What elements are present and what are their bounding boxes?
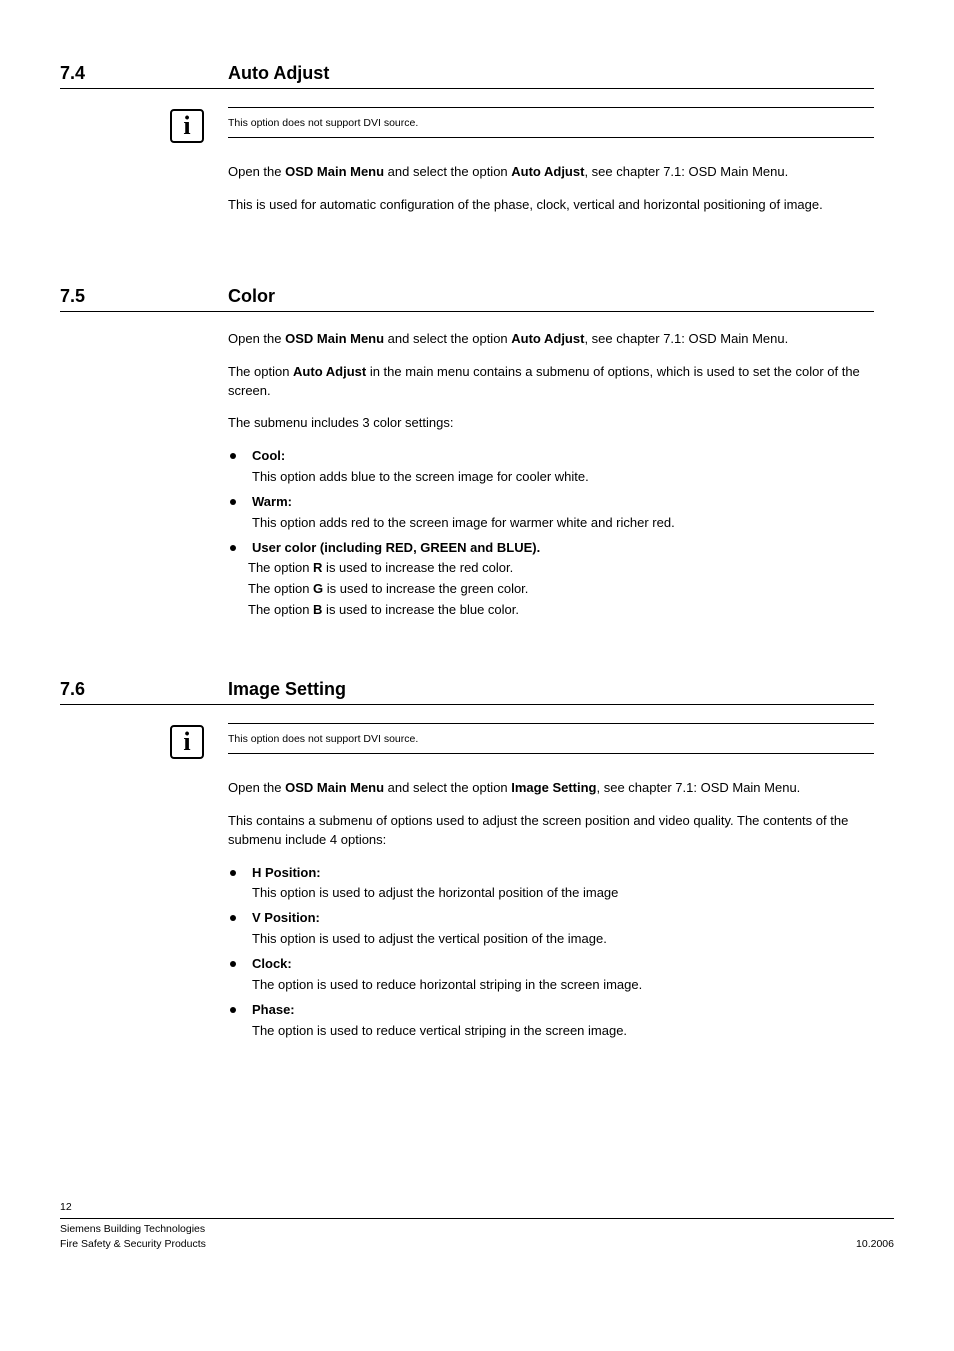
auto-adjust-content: Open the OSD Main Menu and select the op… (228, 163, 874, 215)
section-title: Color (228, 283, 275, 309)
bold-text: OSD Main Menu (285, 164, 384, 179)
bold-text: Cool: (252, 448, 285, 463)
section-title: Image Setting (228, 676, 346, 702)
text: and select the option (384, 164, 511, 179)
list-item-desc: This option adds red to the screen image… (228, 514, 874, 533)
page-number: 12 (60, 1200, 894, 1218)
list-item: Warm: (228, 493, 874, 512)
info-note-row: i This option does not support DVI sourc… (170, 107, 874, 143)
footer-line: Siemens Building Technologies (60, 1222, 894, 1237)
info-note-text: This option does not support DVI source. (228, 723, 874, 754)
list-item: Clock: (228, 955, 874, 974)
paragraph: The option Auto Adjust in the main menu … (228, 363, 874, 401)
list-item-desc: The option is used to reduce vertical st… (228, 1022, 874, 1041)
text: , see chapter 7.1: OSD Main Menu. (584, 331, 788, 346)
bold-text: Image Setting (511, 780, 596, 795)
paragraph: Open the OSD Main Menu and select the op… (228, 779, 874, 798)
text: and select the option (384, 331, 511, 346)
image-bullet-list: Clock: (228, 955, 874, 974)
bold-text: User color (including RED, GREEN and BLU… (252, 540, 540, 555)
footer-left: Fire Safety & Security Products (60, 1237, 206, 1252)
text: is used to increase the green color. (323, 581, 528, 596)
bold-text: G (313, 581, 323, 596)
list-item: H Position: (228, 864, 874, 883)
image-bullet-list: H Position: (228, 864, 874, 883)
section-heading-auto-adjust: 7.4 Auto Adjust (60, 60, 874, 89)
section-heading-color: 7.5 Color (60, 283, 874, 312)
section-number: 7.6 (60, 676, 228, 702)
list-item: V Position: (228, 909, 874, 928)
paragraph: Open the OSD Main Menu and select the op… (228, 163, 874, 182)
bold-text: Auto Adjust (293, 364, 366, 379)
color-content: Open the OSD Main Menu and select the op… (228, 330, 874, 620)
section-number: 7.5 (60, 283, 228, 309)
page-footer: 12 Siemens Building Technologies Fire Sa… (0, 1200, 954, 1270)
text: The option (248, 581, 313, 596)
bold-text: Clock: (252, 956, 292, 971)
bold-text: Auto Adjust (511, 331, 584, 346)
text: and select the option (384, 780, 511, 795)
text: Open the (228, 164, 285, 179)
paragraph: The submenu includes 3 color settings: (228, 414, 874, 433)
text: , see chapter 7.1: OSD Main Menu. (597, 780, 801, 795)
list-item: Cool: (228, 447, 874, 466)
text: The option (248, 560, 313, 575)
text: Open the (228, 780, 285, 795)
bold-text: V Position: (252, 910, 320, 925)
list-item-desc: This option is used to adjust the vertic… (228, 930, 874, 949)
bold-text: Auto Adjust (511, 164, 584, 179)
section-heading-image-setting: 7.6 Image Setting (60, 676, 874, 705)
info-icon: i (170, 725, 204, 759)
bold-text: OSD Main Menu (285, 780, 384, 795)
list-item: Phase: (228, 1001, 874, 1020)
image-setting-content: Open the OSD Main Menu and select the op… (228, 779, 874, 1040)
list-item-desc: This option is used to adjust the horizo… (228, 884, 874, 903)
paragraph: This is used for automatic configuration… (228, 196, 874, 215)
color-bullet-list: User color (including RED, GREEN and BLU… (228, 539, 874, 558)
list-item-desc: The option is used to reduce horizontal … (228, 976, 874, 995)
rgb-option: The option B is used to increase the blu… (228, 601, 874, 620)
rgb-option: The option G is used to increase the gre… (228, 580, 874, 599)
info-note-text: This option does not support DVI source. (228, 107, 874, 138)
text: , see chapter 7.1: OSD Main Menu. (584, 164, 788, 179)
section-number: 7.4 (60, 60, 228, 86)
bold-text: H Position: (252, 865, 321, 880)
info-note-row: i This option does not support DVI sourc… (170, 723, 874, 759)
info-icon: i (170, 109, 204, 143)
text: The option (248, 602, 313, 617)
footer-right: 10.2006 (856, 1237, 894, 1252)
footer-row: Fire Safety & Security Products 10.2006 (60, 1237, 894, 1252)
color-bullet-list: Warm: (228, 493, 874, 512)
color-bullet-list: Cool: (228, 447, 874, 466)
bold-text: Warm: (252, 494, 292, 509)
paragraph: Open the OSD Main Menu and select the op… (228, 330, 874, 349)
bold-text: Phase: (252, 1002, 295, 1017)
image-bullet-list: V Position: (228, 909, 874, 928)
text: The option (228, 364, 293, 379)
paragraph: This contains a submenu of options used … (228, 812, 874, 850)
image-bullet-list: Phase: (228, 1001, 874, 1020)
list-item: User color (including RED, GREEN and BLU… (228, 539, 874, 558)
rgb-option: The option R is used to increase the red… (228, 559, 874, 578)
text: is used to increase the blue color. (322, 602, 519, 617)
list-item-desc: This option adds blue to the screen imag… (228, 468, 874, 487)
bold-text: OSD Main Menu (285, 331, 384, 346)
text: is used to increase the red color. (322, 560, 513, 575)
section-title: Auto Adjust (228, 60, 329, 86)
text: Open the (228, 331, 285, 346)
